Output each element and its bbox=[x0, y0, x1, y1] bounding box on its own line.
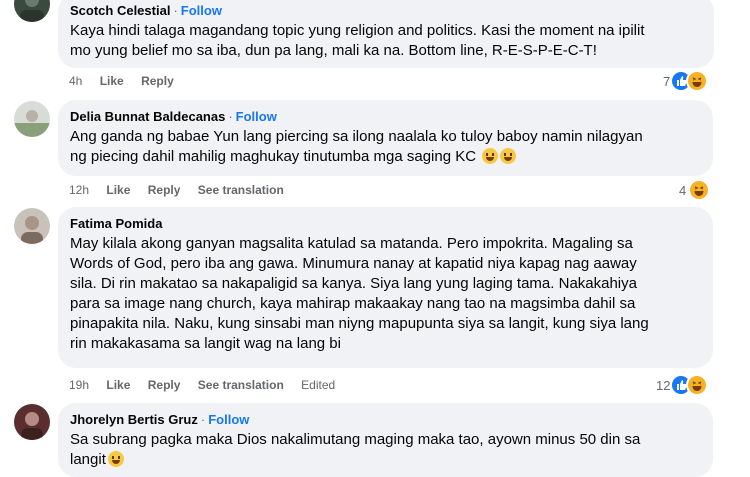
comment-text: Sa subrang pagka maka Dios nakalimutang … bbox=[70, 431, 641, 468]
comment-time[interactable]: 4h bbox=[69, 74, 82, 88]
edited-label[interactable]: Edited bbox=[301, 378, 335, 392]
comment-text: Kaya hindi talaga magandang topic yung r… bbox=[70, 22, 645, 59]
reaction-summary[interactable]: 4 bbox=[679, 179, 711, 201]
comment-bubble: Scotch Celestial · Follow Kaya hindi talag… bbox=[58, 0, 714, 68]
comment-actions: 12h Like Reply See translation bbox=[69, 183, 298, 197]
comment-actions: 4h Like Reply bbox=[69, 74, 188, 88]
haha-reaction-icon bbox=[686, 374, 709, 396]
comment-text: Ang ganda ng babae Yun lang piercing sa … bbox=[70, 128, 643, 165]
comment-time[interactable]: 19h bbox=[69, 378, 89, 392]
avatar[interactable] bbox=[14, 208, 50, 244]
grin-emoji-icon bbox=[107, 451, 124, 467]
comment-time[interactable]: 12h bbox=[69, 183, 89, 197]
haha-reaction-icon bbox=[686, 70, 709, 92]
separator-dot: · bbox=[200, 412, 206, 427]
see-translation-button[interactable]: See translation bbox=[198, 378, 284, 392]
reaction-count: 4 bbox=[679, 182, 687, 198]
commenter-name[interactable]: Fatima Pomida bbox=[70, 216, 162, 231]
follow-button[interactable]: Follow bbox=[236, 109, 277, 124]
haha-reaction-icon bbox=[688, 179, 711, 201]
grin-emoji-icon bbox=[500, 148, 517, 164]
comment-actions: 19h Like Reply See translation Edited bbox=[69, 378, 349, 392]
grin-emoji-icon bbox=[482, 148, 499, 164]
reply-button[interactable]: Reply bbox=[148, 183, 181, 197]
commenter-name[interactable]: Scotch Celestial bbox=[70, 3, 170, 18]
like-button[interactable]: Like bbox=[106, 378, 130, 392]
commenter-name[interactable]: Jhorelyn Bertis Gruz bbox=[70, 412, 198, 427]
commenter-name[interactable]: Delia Bunnat Baldecanas bbox=[70, 109, 225, 124]
see-translation-button[interactable]: See translation bbox=[198, 183, 284, 197]
avatar[interactable] bbox=[14, 101, 50, 137]
comment-text: May kilala akong ganyan magsalita katula… bbox=[70, 235, 649, 352]
reaction-count: 12 bbox=[656, 377, 671, 393]
reaction-summary[interactable]: 12 bbox=[656, 374, 709, 396]
reaction-count: 7 bbox=[663, 73, 671, 89]
like-button[interactable]: Like bbox=[100, 74, 124, 88]
separator-dot: · bbox=[228, 109, 233, 124]
comment-bubble: Jhorelyn Bertis Gruz · Follow Sa subrang p… bbox=[58, 403, 713, 477]
avatar[interactable] bbox=[14, 404, 50, 440]
comment-bubble: Delia Bunnat Baldecanas · Follow Ang ganda… bbox=[58, 100, 713, 176]
reply-button[interactable]: Reply bbox=[141, 74, 174, 88]
follow-button[interactable]: Follow bbox=[208, 412, 249, 427]
avatar[interactable] bbox=[14, 0, 50, 22]
follow-button[interactable]: Follow bbox=[181, 3, 222, 18]
comment-bubble: Fatima Pomida May kilala akong ganyan ma… bbox=[58, 207, 713, 368]
separator-dot: · bbox=[173, 3, 178, 18]
like-button[interactable]: Like bbox=[106, 183, 130, 197]
reaction-summary[interactable]: 7 bbox=[663, 70, 709, 92]
reply-button[interactable]: Reply bbox=[148, 378, 181, 392]
